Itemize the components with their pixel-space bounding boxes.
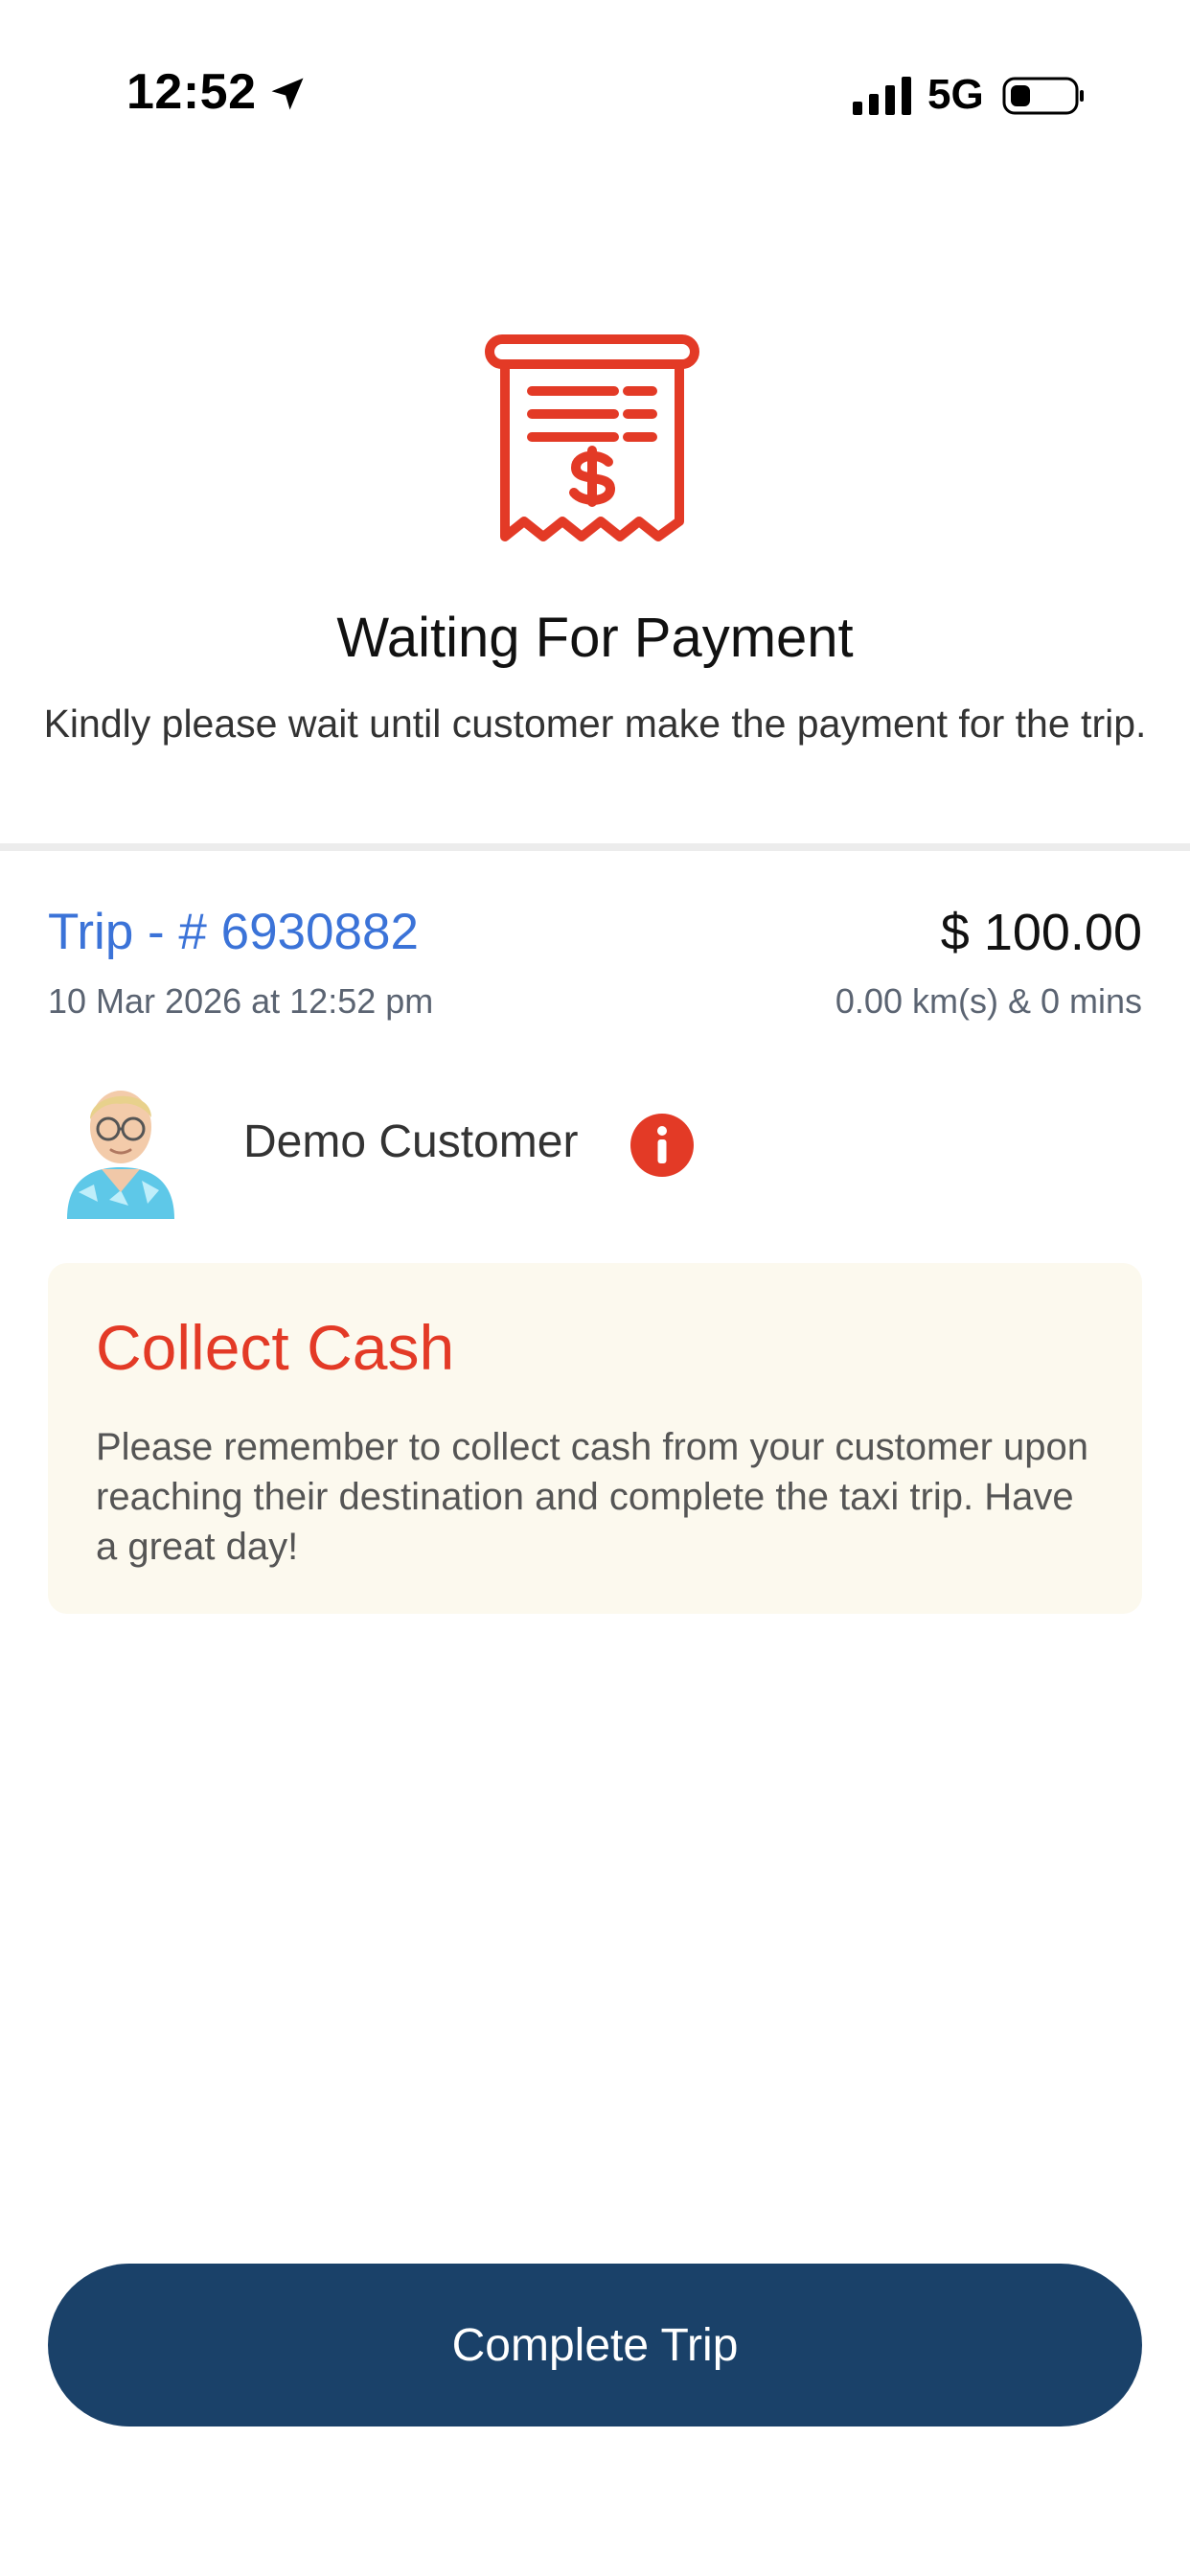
trip-date: 10 Mar 2026 at 12:52 pm <box>48 981 434 1021</box>
status-bar: 12:52 5G <box>0 0 1190 192</box>
page-title: Waiting For Payment <box>336 607 854 669</box>
status-time: 12:52 <box>126 64 257 120</box>
complete-trip-button[interactable]: Complete Trip <box>48 2264 1142 2426</box>
network-type: 5G <box>927 71 984 118</box>
battery-icon <box>1002 77 1084 115</box>
collect-cash-title: Collect Cash <box>96 1312 455 1383</box>
avatar <box>67 1091 174 1219</box>
trip-number: Trip - # 6930882 <box>48 904 419 960</box>
collect-cash-message: Please remember to collect cash from you… <box>96 1426 1088 1568</box>
collect-cash-card: Collect Cash Please remember to collect … <box>48 1263 1142 1614</box>
trip-price: $ 100.00 <box>940 904 1142 961</box>
page-subtitle: Kindly please wait until customer make t… <box>43 702 1147 746</box>
receipt-dollar-icon <box>485 334 699 541</box>
info-icon[interactable] <box>630 1114 694 1177</box>
location-arrow-icon <box>271 78 304 110</box>
waiting-for-payment-screen: 12:52 5G Waiting For Payment Kindly plea… <box>0 0 1190 2576</box>
customer-name: Demo Customer <box>243 1116 579 1167</box>
section-divider <box>0 843 1190 851</box>
trip-distance-duration: 0.00 km(s) & 0 mins <box>835 981 1142 1021</box>
complete-trip-label: Complete Trip <box>451 2319 739 2371</box>
cellular-signal-icon <box>853 77 911 115</box>
